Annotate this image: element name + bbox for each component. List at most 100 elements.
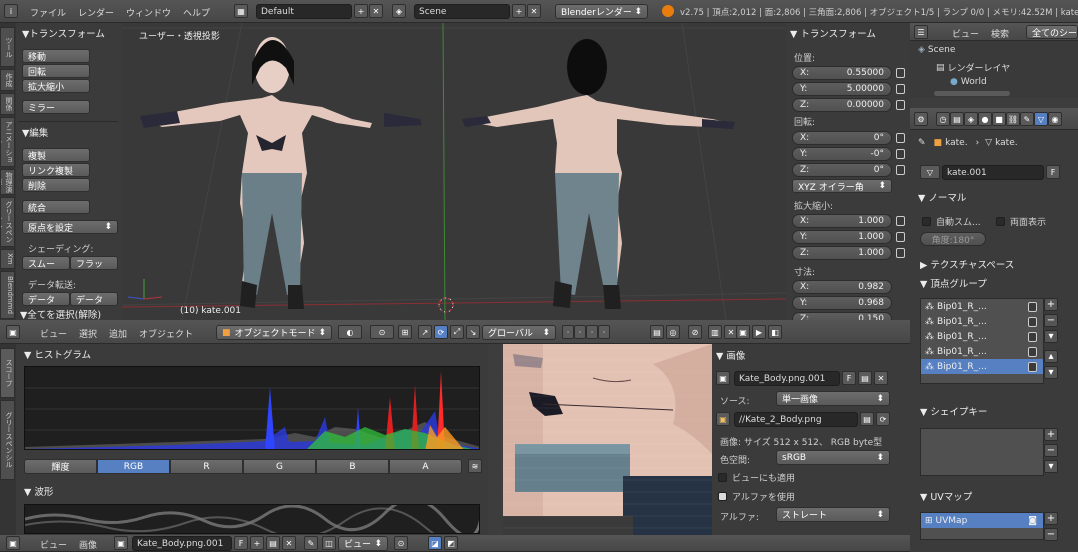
add-scene-icon[interactable]: +: [512, 4, 526, 18]
outliner-item-world[interactable]: ● World: [950, 77, 987, 87]
lock-icon[interactable]: [1028, 331, 1037, 342]
lock-icon[interactable]: [1028, 346, 1037, 357]
manipulator-extra-icon[interactable]: ↘: [466, 325, 480, 339]
world-tab-icon[interactable]: ●: [978, 112, 992, 126]
layer-icon[interactable]: ·: [562, 325, 574, 339]
channel-luma-button[interactable]: 輝度: [24, 459, 97, 474]
unlink-image-icon[interactable]: ✕: [874, 371, 888, 385]
layer-icon[interactable]: ·: [598, 325, 610, 339]
render-preview-icon[interactable]: ▣: [736, 325, 750, 339]
remove-vertex-group-button[interactable]: −: [1044, 314, 1058, 327]
shape-key-specials-button[interactable]: ▾: [1044, 460, 1058, 473]
image-filepath-field[interactable]: //Kate_2_Body.png: [734, 412, 858, 427]
lock-icon[interactable]: [896, 148, 905, 159]
view-as-render-checkbox[interactable]: ビューにも適用: [718, 471, 795, 484]
snap-toggle-icon[interactable]: ⊘: [688, 325, 702, 339]
image-editor-type-icon[interactable]: ▣: [6, 536, 20, 550]
scale-manipulator-icon[interactable]: ⤢: [450, 325, 464, 339]
3d-viewport[interactable]: ユーザー・透視投影 (10) kate.001: [122, 23, 786, 320]
list-item[interactable]: ⁂ Bip01_R_...: [921, 299, 1043, 314]
new-image-icon[interactable]: +: [250, 536, 264, 550]
mode-dropdown[interactable]: ■ オブジェクトモード ⬍: [216, 325, 332, 340]
translate-manipulator-icon[interactable]: ↗: [418, 325, 432, 339]
add-shape-key-button[interactable]: +: [1044, 428, 1058, 441]
transform-panel-header[interactable]: ▼トランスフォーム: [22, 26, 118, 40]
remove-screen-icon[interactable]: ✕: [369, 4, 383, 18]
image-fake-user-button[interactable]: F: [842, 371, 856, 385]
lock-icon[interactable]: [896, 247, 905, 258]
view-mode-icon[interactable]: ◫: [322, 536, 336, 550]
duplicate-button[interactable]: 複製: [22, 148, 90, 162]
color-space-dropdown[interactable]: sRGB ⬍: [776, 450, 890, 465]
editor-type-icon[interactable]: ▣: [6, 325, 20, 339]
tab-scopes[interactable]: スコープ: [0, 348, 15, 398]
scale-x-field[interactable]: X: 1.000: [792, 213, 892, 228]
menu-window[interactable]: ウィンドウ: [126, 6, 171, 19]
add-screen-icon[interactable]: +: [354, 4, 368, 18]
scale-z-field[interactable]: Z: 1.000: [792, 245, 892, 260]
menu-image[interactable]: 画像: [79, 538, 97, 551]
channel-a-button[interactable]: A: [389, 459, 462, 474]
image-fake-user-toggle[interactable]: F: [234, 536, 248, 550]
outliner-editor-icon[interactable]: ☰: [914, 25, 928, 39]
browse-file-icon[interactable]: ▤: [860, 412, 874, 426]
shape-keys-header[interactable]: ▼ シェイプキー: [920, 404, 987, 418]
menu-add[interactable]: 追加: [109, 327, 127, 340]
menu-object[interactable]: オブジェクト: [139, 327, 193, 340]
scene-field[interactable]: Scene: [414, 4, 510, 19]
proportional-edit-icon[interactable]: ◎: [666, 325, 680, 339]
set-origin-dropdown[interactable]: 原点を設定 ⬍: [22, 220, 118, 234]
info-editor-icon[interactable]: i: [4, 4, 18, 18]
lock-icon[interactable]: [896, 164, 905, 175]
layer-buttons[interactable]: · · · ·: [562, 325, 610, 339]
open-image-icon[interactable]: ▤: [858, 371, 872, 385]
tab-grease-pencil[interactable]: グリースペンシル: [0, 197, 15, 247]
image-name-field[interactable]: Kate_Body.png.001: [734, 371, 840, 386]
use-alpha-checkbox[interactable]: アルファを使用: [718, 490, 795, 503]
add-vertex-group-button[interactable]: +: [1044, 298, 1058, 311]
shade-smooth-button[interactable]: スムー: [22, 256, 70, 270]
reload-image-icon[interactable]: ⟳: [876, 412, 890, 426]
delete-button[interactable]: 削除: [22, 178, 90, 192]
image-source-dropdown[interactable]: 単一画像 ⬍: [776, 391, 890, 406]
pivot-point-icon[interactable]: ⊙: [370, 325, 394, 339]
mesh-browse-icon[interactable]: ▽: [920, 165, 940, 179]
orientation-dropdown[interactable]: グローバル ⬍: [482, 325, 556, 340]
unlink-image-datablock-icon[interactable]: ✕: [282, 536, 296, 550]
edit-panel-header[interactable]: ▼編集: [22, 125, 48, 139]
normals-header[interactable]: ▼ ノーマル: [918, 190, 966, 204]
constraints-tab-icon[interactable]: ⛓: [1006, 112, 1020, 126]
lock-icon[interactable]: [1028, 316, 1037, 327]
lock-icon[interactable]: [896, 215, 905, 226]
dimension-x-field[interactable]: X: 0.982: [792, 279, 892, 294]
snap-element-icon[interactable]: ▥: [708, 325, 722, 339]
render-tab-icon[interactable]: ◷: [936, 112, 950, 126]
outliner-item-render-layers[interactable]: ▤ レンダーレイヤ: [936, 61, 1010, 75]
add-uv-map-button[interactable]: +: [1044, 512, 1058, 525]
tab-physics[interactable]: 物理演算: [0, 169, 15, 195]
tab-animation[interactable]: アニメーション: [0, 117, 15, 167]
tab-blendmmd[interactable]: Blendmmd: [0, 271, 15, 319]
rotation-x-field[interactable]: X: 0°: [792, 130, 892, 145]
histogram-header[interactable]: ▼ ヒストグラム: [24, 347, 91, 361]
waveform-plot[interactable]: [24, 504, 480, 534]
auto-smooth-checkbox[interactable]: 自動スム...: [922, 215, 981, 228]
double-sided-checkbox[interactable]: 両面表示: [996, 215, 1046, 228]
menu-select[interactable]: 選択: [79, 327, 97, 340]
render-layers-tab-icon[interactable]: ▤: [950, 112, 964, 126]
view-mode-dropdown[interactable]: ビュー ⬍: [338, 536, 388, 551]
tab-tools[interactable]: ツール: [0, 27, 15, 67]
lock-icon[interactable]: [896, 67, 905, 78]
data-transfer-button[interactable]: データ: [22, 292, 70, 306]
duplicate-linked-button[interactable]: リンク複製: [22, 163, 90, 177]
lock-icon[interactable]: [896, 231, 905, 242]
tab-scopes-grease-pencil[interactable]: グリースペンシル: [0, 400, 15, 480]
shading-mode-icon[interactable]: ◐: [338, 325, 362, 339]
camera-view-icon[interactable]: ◧: [768, 325, 782, 339]
channel-b-button[interactable]: B: [316, 459, 389, 474]
tab-xm[interactable]: Xm: [0, 249, 15, 269]
move-up-button[interactable]: ▴: [1044, 350, 1058, 363]
lock-icon[interactable]: [896, 132, 905, 143]
scene-icon[interactable]: ◈: [392, 4, 406, 18]
uv-maps-header[interactable]: ▼ UVマップ: [920, 489, 972, 503]
